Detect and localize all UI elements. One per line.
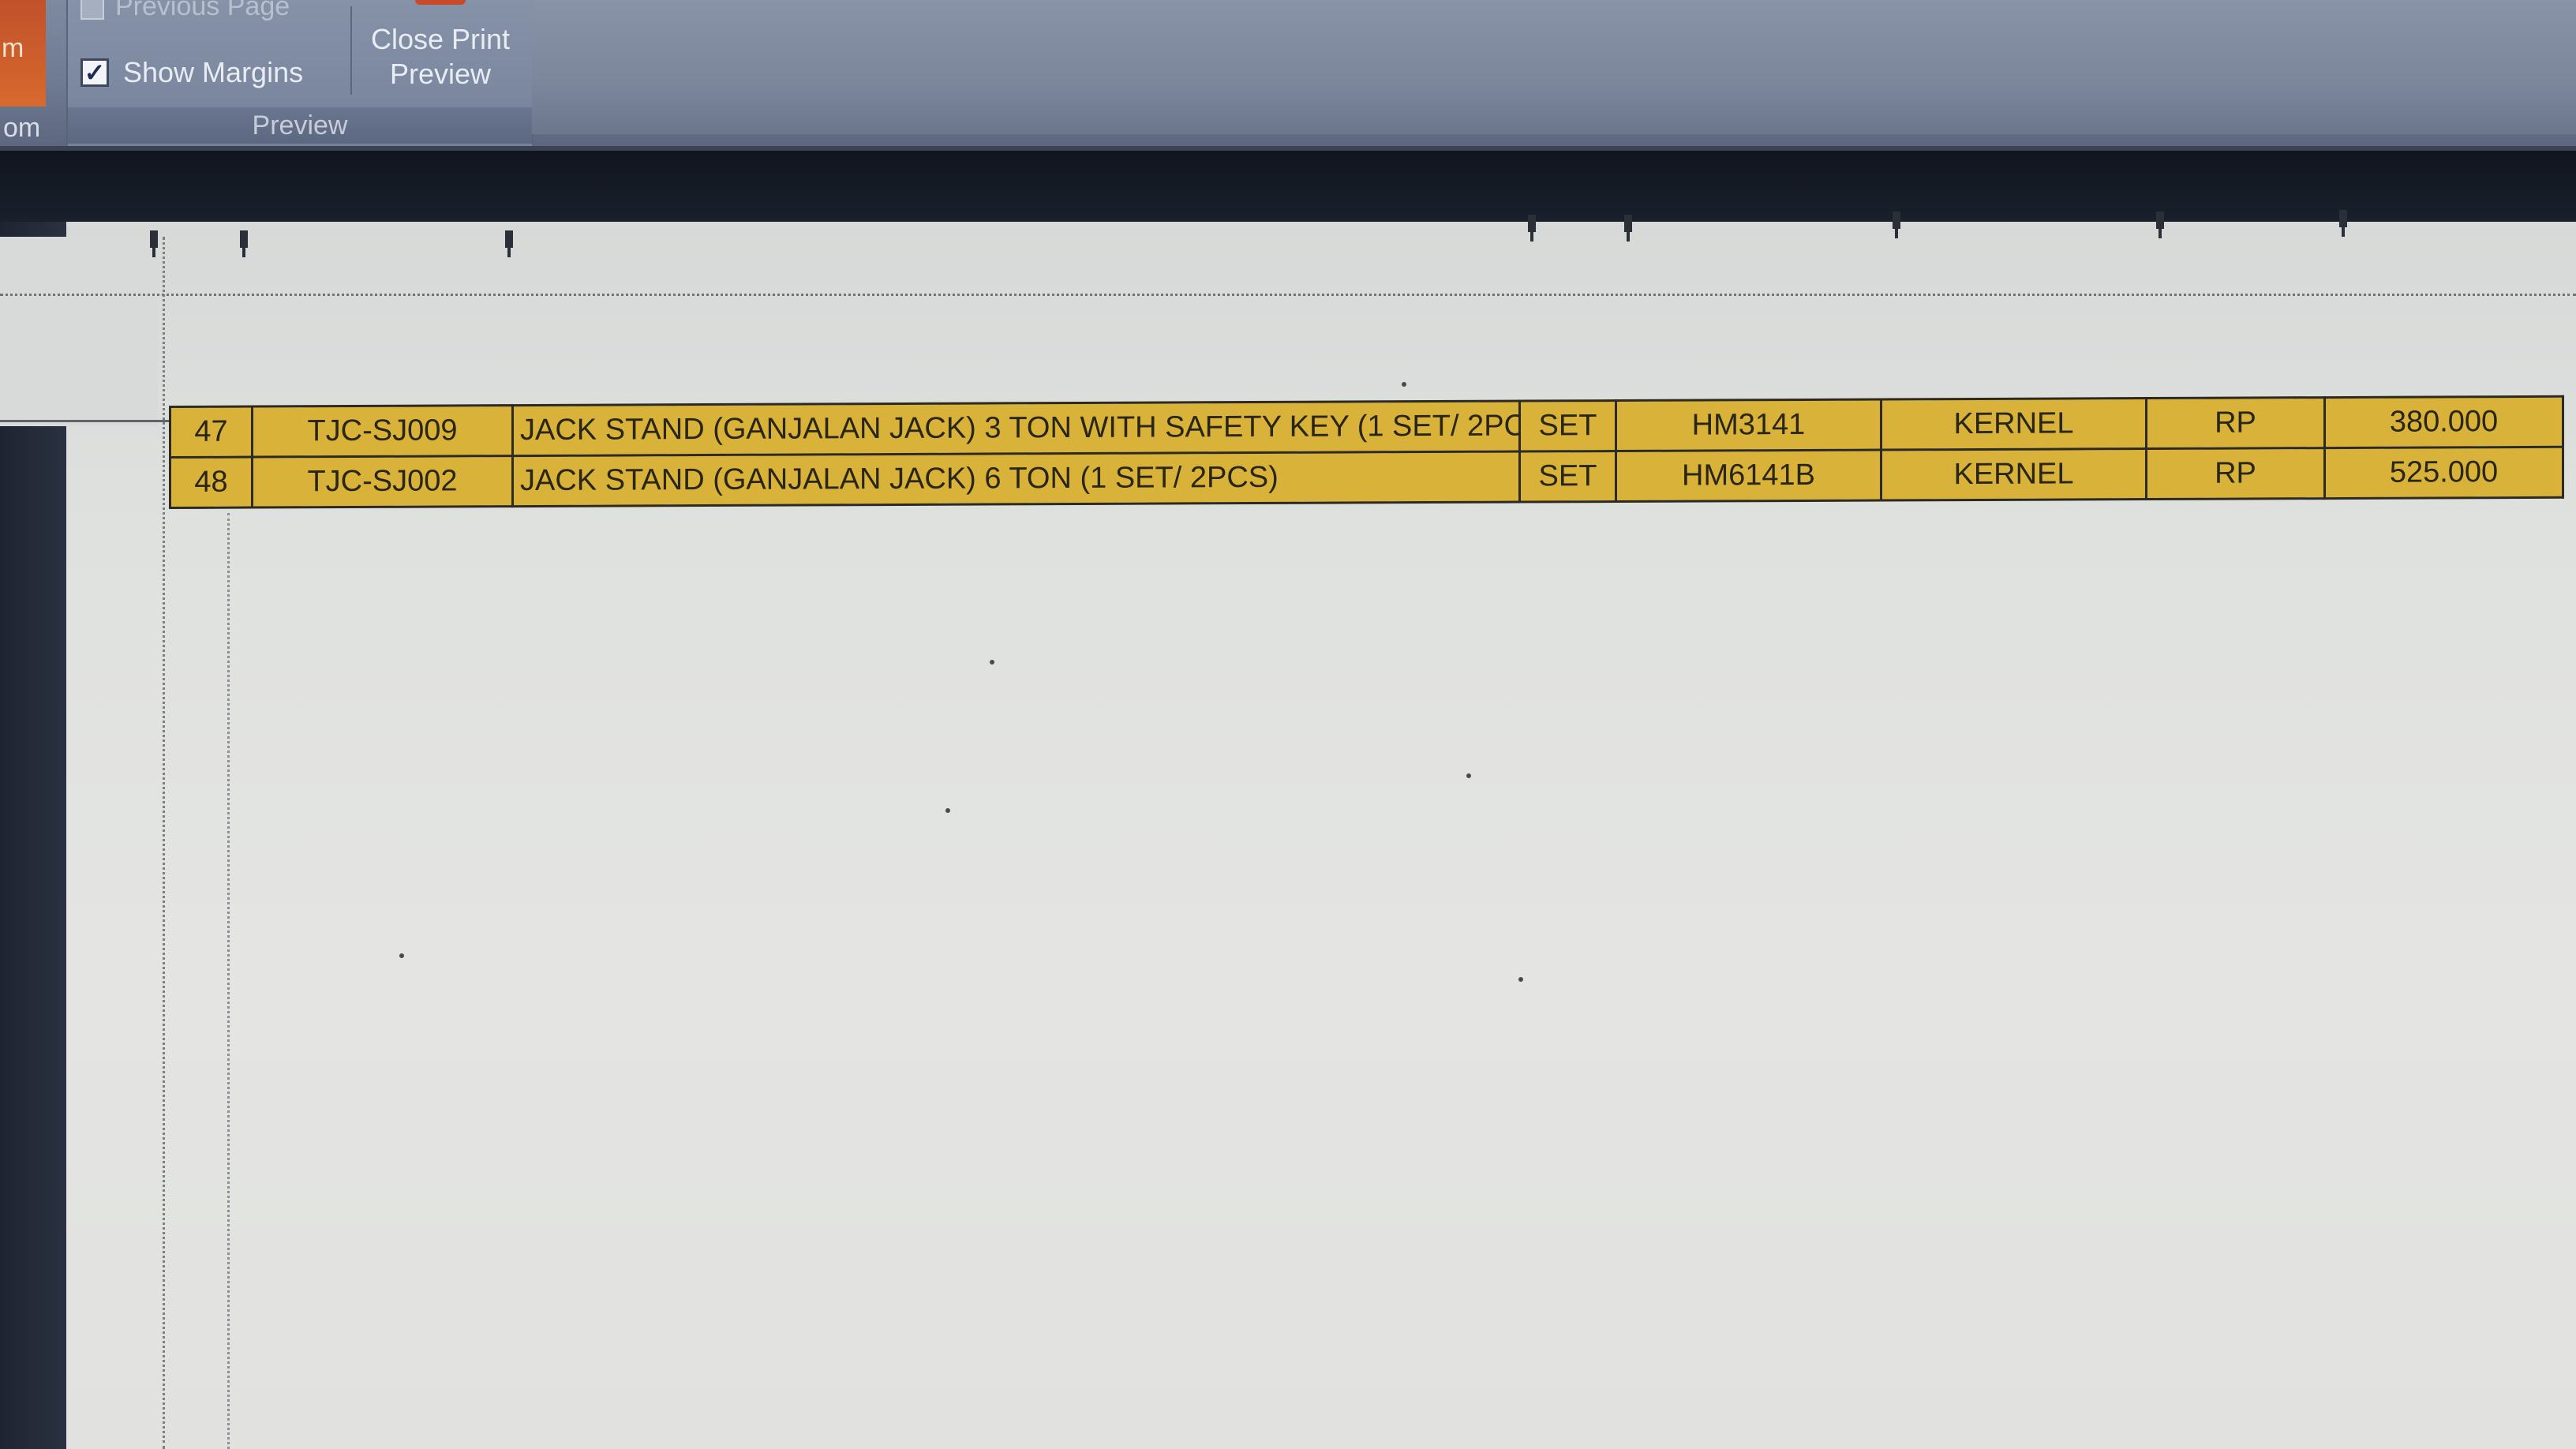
top-margin-line[interactable] [0, 294, 2576, 296]
workspace-background [0, 151, 2576, 222]
price-list-table: 47 TJC-SJ009 JACK STAND (GANJALAN JACK) … [169, 395, 2564, 509]
cell-item-code: TJC-SJ009 [252, 405, 513, 458]
ribbon-left-group-label: om [3, 113, 41, 143]
show-margins-label: Show Margins [123, 56, 304, 88]
cell-price: 380.000 [2324, 396, 2563, 448]
cell-currency: RP [2146, 447, 2325, 500]
margin-handle[interactable] [1624, 215, 1632, 242]
previous-page-icon [80, 0, 104, 20]
cell-currency: RP [2146, 397, 2325, 449]
dust-speck [1402, 382, 1406, 387]
cell-part-number: HM6141B [1616, 450, 1881, 502]
margin-handle[interactable] [2339, 210, 2347, 237]
left-margin-line[interactable] [163, 237, 165, 1449]
header-margin-line[interactable] [0, 420, 174, 422]
cell-unit: SET [1519, 400, 1616, 452]
close-print-preview-label-line2: Preview [389, 58, 492, 90]
preview-group: Previous Page ✓ Show Margins Close Print… [66, 0, 534, 146]
margin-handle[interactable] [505, 230, 513, 257]
ribbon-left-button[interactable]: m [0, 0, 46, 107]
cell-unit: SET [1519, 451, 1616, 503]
checkbox-checked-icon[interactable]: ✓ [80, 58, 109, 87]
cell-row-number: 47 [170, 406, 253, 458]
cell-price: 525.000 [2324, 447, 2563, 499]
table-row: 48 TJC-SJ002 JACK STAND (GANJALAN JACK) … [170, 447, 2563, 508]
margin-handle[interactable] [2156, 212, 2164, 238]
previous-page-label: Previous Page [115, 0, 290, 21]
dust-speck [945, 808, 950, 813]
dust-speck [399, 953, 404, 958]
cell-part-number: HM3141 [1616, 399, 1881, 451]
print-preview-window: m om Previous Page ✓ Show Margins Close … [0, 0, 2576, 1449]
margin-handle[interactable] [1893, 212, 1900, 238]
left-column-margin-line[interactable] [227, 513, 230, 1449]
close-print-preview-label-line1: Close Print [370, 23, 511, 55]
ribbon-left-button-label: m [2, 33, 24, 63]
close-print-preview-button[interactable]: Close Print Preview [354, 0, 527, 99]
close-print-preview-icon [415, 0, 466, 5]
preview-group-label: Preview [68, 107, 532, 144]
cell-description: JACK STAND (GANJALAN JACK) 3 TON WITH SA… [512, 401, 1520, 456]
margin-handle[interactable] [240, 230, 248, 257]
cell-brand: KERNEL [1881, 398, 2147, 451]
ribbon-empty-area [532, 0, 2576, 134]
dust-speck [1466, 773, 1471, 778]
cell-description: JACK STAND (GANJALAN JACK) 6 TON (1 SET/… [512, 451, 1520, 507]
cell-brand: KERNEL [1881, 448, 2147, 501]
ribbon: m om Previous Page ✓ Show Margins Close … [0, 0, 2576, 151]
margin-handle[interactable] [1528, 215, 1536, 242]
dust-speck [1518, 977, 1523, 982]
group-divider [350, 6, 352, 95]
margin-handle[interactable] [150, 230, 158, 257]
show-margins-checkbox[interactable]: ✓ Show Margins [80, 54, 303, 92]
previous-page-button[interactable]: Previous Page [80, 0, 290, 24]
cell-row-number: 48 [170, 457, 253, 508]
page-left-edge [0, 237, 158, 426]
cell-item-code: TJC-SJ002 [252, 455, 513, 508]
dust-speck [990, 660, 994, 665]
